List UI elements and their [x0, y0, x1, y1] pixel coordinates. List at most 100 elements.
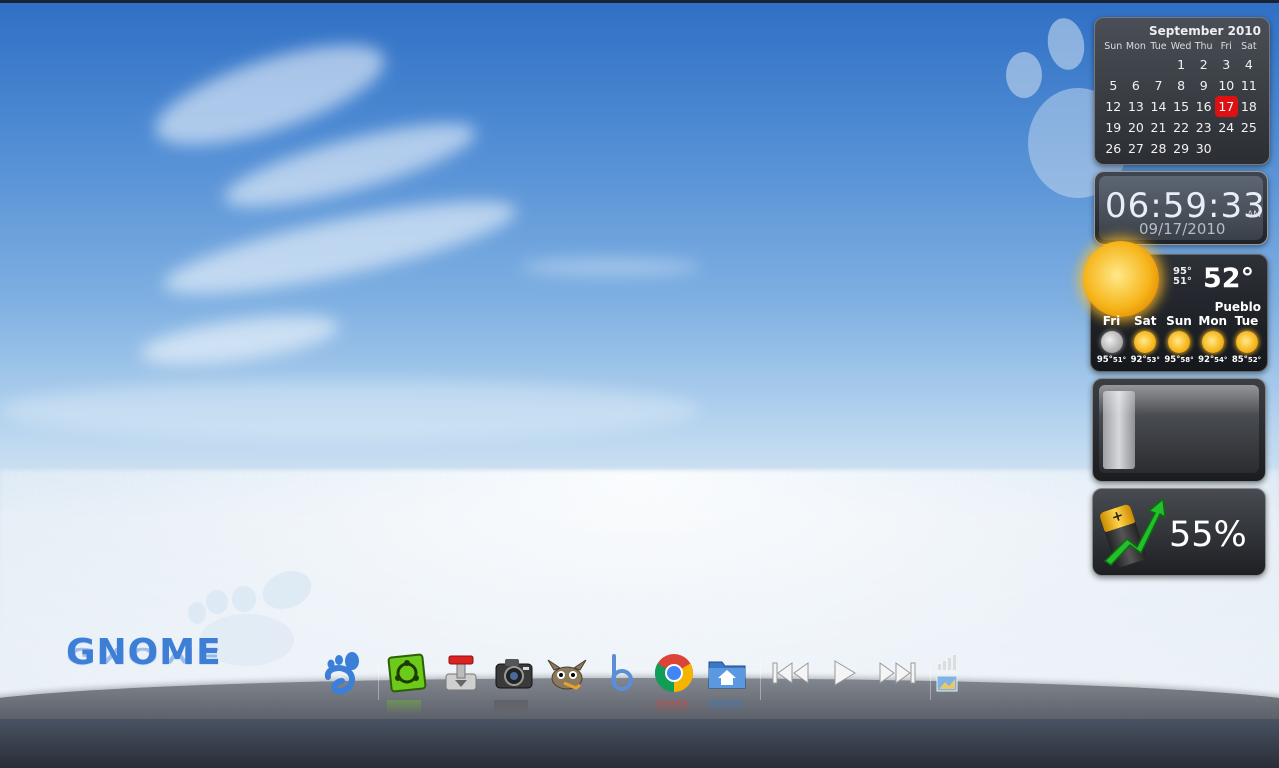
- calendar-day[interactable]: 9: [1192, 75, 1215, 96]
- calendar-day[interactable]: 24: [1215, 117, 1238, 138]
- calendar-day[interactable]: 12: [1102, 96, 1125, 117]
- meter-track: [1099, 385, 1259, 473]
- forecast-row: Fri 95°51° Sat 92°53° Sun 95°58° Mon 92°54° Tue 8…: [1095, 314, 1263, 365]
- clock-widget[interactable]: 06:59:33 AM 09/17/2010: [1094, 171, 1268, 245]
- calendar-day[interactable]: 15: [1170, 96, 1193, 117]
- gnome-logo-reflection: GNOME: [66, 642, 222, 667]
- forecast-high: 95°: [1164, 355, 1181, 365]
- calendar-day[interactable]: 8: [1170, 75, 1193, 96]
- forecast-low: 58°: [1180, 356, 1194, 364]
- forecast-day-label: Tue: [1234, 314, 1259, 328]
- foot-toe-shape: [1006, 52, 1042, 98]
- foot-toe-shape: [1043, 15, 1089, 73]
- forecast-day: Mon 92°54°: [1196, 314, 1229, 365]
- calendar-day[interactable]: 13: [1125, 96, 1148, 117]
- calendar-weekday: Mon: [1125, 41, 1146, 52]
- meter-gloss: [1099, 385, 1259, 415]
- today-hi-lo: 95° 51°: [1173, 267, 1192, 287]
- sunny-icon: [1134, 331, 1157, 353]
- clock-date: 09/17/2010: [1139, 220, 1226, 238]
- banshee-icon[interactable]: [600, 652, 642, 694]
- chrome-icon[interactable]: [653, 652, 695, 694]
- forecast-day: Sun 95°58°: [1163, 314, 1196, 365]
- calendar-widget[interactable]: September 2010 Sun Mon Tue Wed Thu Fri Sat 1 2 3 4…: [1094, 17, 1270, 165]
- forecast-high: 85°: [1231, 355, 1248, 365]
- charging-arrow-icon: [1103, 497, 1166, 566]
- calendar-day[interactable]: 10: [1215, 75, 1238, 96]
- desktop-wallpaper: [0, 0, 1279, 719]
- calendar-day[interactable]: 27: [1125, 138, 1148, 159]
- forecast-high: 92°: [1198, 355, 1215, 365]
- previous-icon[interactable]: [770, 652, 812, 694]
- calendar-day: [1102, 54, 1125, 75]
- current-temperature: 52°: [1203, 263, 1255, 294]
- calendar-day[interactable]: 23: [1192, 117, 1215, 138]
- forecast-hi-lo: 92°54°: [1196, 355, 1229, 365]
- calendar-day[interactable]: 16: [1192, 96, 1215, 117]
- gnome-foot-icon[interactable]: [321, 652, 363, 695]
- next-icon[interactable]: [876, 652, 918, 694]
- calendar-day[interactable]: 2: [1192, 54, 1215, 75]
- calendar-month-title: September 2010: [1149, 24, 1261, 38]
- tray-icon[interactable]: [934, 652, 960, 694]
- weather-widget[interactable]: 95° 51° 52° Pueblo Fri 95°51° Sat 92°53° Sun…: [1083, 241, 1268, 372]
- forecast-hi-lo: 95°51°: [1095, 355, 1128, 365]
- calendar-day[interactable]: 7: [1147, 75, 1170, 96]
- forecast-low: 52°: [1247, 356, 1262, 364]
- calendar-day: [1238, 138, 1261, 159]
- software-center-reflection: [387, 700, 421, 714]
- calendar-day[interactable]: 5: [1102, 75, 1125, 96]
- calendar-today[interactable]: 17: [1214, 96, 1238, 117]
- sunny-icon: [1235, 331, 1258, 353]
- calendar-day[interactable]: 18: [1238, 96, 1261, 117]
- calendar-day[interactable]: 11: [1238, 75, 1261, 96]
- calendar-day[interactable]: 3: [1215, 54, 1238, 75]
- calendar-weekday: Thu: [1194, 41, 1213, 52]
- calendar-day[interactable]: 6: [1125, 75, 1148, 96]
- calendar-day[interactable]: 26: [1102, 138, 1125, 159]
- foot-toe-shape: [206, 590, 228, 614]
- forecast-high: 95°: [1096, 355, 1113, 365]
- foot-toe-shape: [188, 602, 206, 624]
- gimp-icon[interactable]: [546, 652, 588, 694]
- play-icon[interactable]: [823, 652, 865, 694]
- cloud: [0, 380, 700, 440]
- sunny-icon: [1201, 331, 1224, 353]
- forecast-day-label: Sat: [1134, 314, 1157, 328]
- battery-widget[interactable]: + 55%: [1092, 488, 1266, 576]
- dock-separator: [760, 660, 761, 700]
- calendar-day[interactable]: 22: [1170, 117, 1193, 138]
- forecast-day: Fri 95°51°: [1095, 314, 1128, 365]
- calendar-day: [1125, 54, 1148, 75]
- transmission-icon[interactable]: [440, 652, 482, 694]
- calendar-day[interactable]: 4: [1238, 54, 1261, 75]
- calendar-day[interactable]: 20: [1125, 117, 1148, 138]
- calendar-day[interactable]: 28: [1147, 138, 1170, 159]
- foot-toe-shape: [232, 586, 256, 612]
- forecast-low: 53°: [1146, 356, 1160, 364]
- camera-icon[interactable]: [493, 652, 535, 694]
- calendar-weekday: Tue: [1150, 41, 1167, 52]
- dock-separator: [930, 660, 931, 700]
- meter-widget[interactable]: [1092, 378, 1266, 482]
- cloud: [138, 306, 342, 374]
- calendar-day[interactable]: 21: [1147, 117, 1170, 138]
- calendar-day: [1215, 138, 1238, 159]
- sunny-icon: [1083, 241, 1159, 317]
- calendar-weekday: Wed: [1170, 41, 1192, 52]
- software-center-icon[interactable]: [386, 652, 428, 694]
- calendar-day[interactable]: 25: [1238, 117, 1261, 138]
- home-folder-icon[interactable]: [706, 652, 748, 694]
- calendar-day[interactable]: 29: [1170, 138, 1193, 159]
- forecast-hi-lo: 92°53°: [1129, 355, 1162, 365]
- calendar-day[interactable]: 19: [1102, 117, 1125, 138]
- calendar-weekday: Fri: [1220, 41, 1232, 52]
- weather-city: Pueblo: [1214, 300, 1261, 314]
- calendar-day[interactable]: 30: [1192, 138, 1215, 159]
- calendar-day[interactable]: 1: [1170, 54, 1193, 75]
- forecast-day-label: Sun: [1166, 314, 1192, 328]
- forecast-hi-lo: 85°52°: [1230, 355, 1263, 365]
- calendar-day[interactable]: 14: [1147, 96, 1170, 117]
- cloudy-icon: [1100, 331, 1123, 353]
- forecast-day: Tue 85°52°: [1230, 314, 1263, 365]
